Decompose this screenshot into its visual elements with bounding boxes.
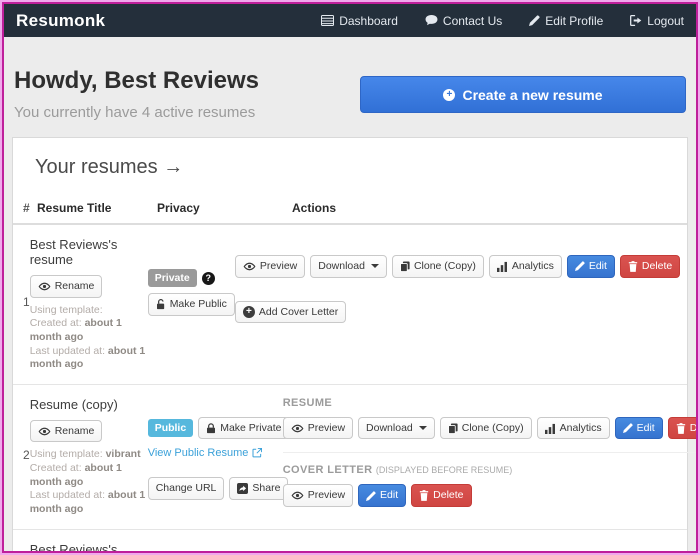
trash-icon [628,261,638,272]
lock-icon [206,423,216,434]
download-dropdown[interactable]: Download [358,417,435,440]
edit-button[interactable]: Edit [567,255,615,278]
privacy-cell: Public Make Private View Public Resume [148,393,283,517]
actions-divider [283,452,698,453]
cover-letter-section-label: COVER LETTER (DISPLAYED BEFORE RESUME) [283,464,698,476]
create-resume-button[interactable]: + Create a new resume [360,76,686,113]
table-header: # Resume Title Privacy Actions [13,194,687,225]
rename-icon [38,427,51,436]
delete-button[interactable]: Delete [668,417,698,440]
caret-down-icon [419,426,427,430]
eye-icon [291,424,304,433]
caret-down-icon [371,264,379,268]
clone-button[interactable]: Clone (Copy) [440,417,532,440]
row-index: 1 [13,295,30,309]
make-private-button[interactable]: Make Private [198,417,289,440]
resume-meta: Using template: vibrant Created at: abou… [30,448,148,516]
page: Resumonk Dashboard Contact Us Edit Profi… [2,2,698,553]
screenshot-frame: Resumonk Dashboard Contact Us Edit Profi… [0,0,700,555]
change-url-button[interactable]: Change URL [148,477,225,500]
comment-icon [425,15,438,26]
cover-letter-note: (DISPLAYED BEFORE RESUME) [376,465,512,475]
panel-title: Your resumes → [13,138,687,194]
active-resumes-count: You currently have 4 active resumes [14,104,259,121]
title-cell: Best Reviews's resume Rename Using templ… [30,538,148,553]
unlock-icon [156,299,166,310]
brand-logo[interactable]: Resumonk [16,11,105,31]
add-cover-letter-button[interactable]: + Add Cover Letter [235,301,346,324]
edit-cover-letter-button[interactable]: Edit [358,484,406,507]
table-row: 1 Best Reviews's resume Rename Using tem… [13,225,687,385]
actions-cell: Preview Download Clone (Copy) Analytics [235,233,690,372]
resume-title: Best Reviews's resume [30,542,148,553]
pencil-icon [529,15,540,26]
preview-cover-letter-button[interactable]: Preview [283,484,353,507]
dashboard-icon [321,15,334,26]
download-dropdown[interactable]: Download [310,255,387,278]
resume-title: Resume (copy) [30,397,148,412]
preview-button[interactable]: Preview [283,417,353,440]
resume-meta: Using template: Created at: about 1 mont… [30,304,148,372]
table-row: 2 Resume (copy) Rename Using template: v… [13,385,687,530]
navbar: Resumonk Dashboard Contact Us Edit Profi… [4,4,696,37]
rename-button[interactable]: Rename [30,420,103,443]
trash-icon [676,423,686,434]
eye-icon [291,491,304,500]
row-index: 2 [13,448,30,462]
col-actions: Actions [292,201,687,215]
analytics-button[interactable]: Analytics [489,255,562,278]
resume-section-label: RESUME [283,397,698,409]
analytics-button[interactable]: Analytics [537,417,610,440]
delete-cover-letter-button[interactable]: Delete [411,484,471,507]
title-cell: Best Reviews's resume Rename Using templ… [30,233,148,372]
rename-icon [38,282,51,291]
rename-button[interactable]: Rename [30,275,103,298]
col-number: # [13,201,37,215]
share-button[interactable]: Share [229,477,288,500]
view-public-resume-link[interactable]: View Public Resume [148,447,263,459]
privacy-badge: Public [148,419,194,437]
nav-dashboard[interactable]: Dashboard [321,14,398,28]
external-link-icon [252,448,262,458]
pencil-icon [575,261,585,271]
logout-icon [630,15,642,26]
resume-title: Best Reviews's resume [30,237,148,267]
delete-button[interactable]: Delete [620,255,680,278]
pencil-icon [366,491,376,501]
pencil-icon [623,423,633,433]
col-privacy: Privacy [157,201,292,215]
plus-circle-icon: + [243,306,255,318]
nav-items: Dashboard Contact Us Edit Profile Logout [321,14,684,28]
page-title: Howdy, Best Reviews [14,67,259,95]
trash-icon [419,490,429,501]
plus-circle-icon: + [443,89,455,101]
nav-edit-profile[interactable]: Edit Profile [529,14,603,28]
privacy-cell: Private ? Make Public [148,538,235,553]
help-icon[interactable]: ? [202,272,215,285]
share-icon [237,483,248,494]
title-cell: Resume (copy) Rename Using template: vib… [30,393,148,517]
privacy-badge: Private [148,269,197,287]
make-public-button[interactable]: Make Public [148,293,235,316]
analytics-icon [497,261,508,272]
table-row: 3 Best Reviews's resume Rename Using tem… [13,530,687,553]
greeting-block: Howdy, Best Reviews You currently have 4… [14,67,259,121]
resumes-panel: Your resumes → # Resume Title Privacy Ac… [12,137,688,553]
edit-button[interactable]: Edit [615,417,663,440]
preview-button[interactable]: Preview [235,255,305,278]
page-header: Howdy, Best Reviews You currently have 4… [4,37,696,137]
clone-icon [448,423,458,434]
clone-button[interactable]: Clone (Copy) [392,255,484,278]
actions-cell: Preview Download Clone (Copy) Analytics [235,538,690,553]
eye-icon [243,262,256,271]
nav-logout[interactable]: Logout [630,14,684,28]
analytics-icon [545,423,556,434]
col-resume-title: Resume Title [37,201,157,215]
privacy-cell: Private ? Make Public [148,233,235,372]
nav-contact-us[interactable]: Contact Us [425,14,502,28]
clone-icon [400,261,410,272]
actions-cell: RESUME Preview Download Clone (Copy) [283,393,698,517]
